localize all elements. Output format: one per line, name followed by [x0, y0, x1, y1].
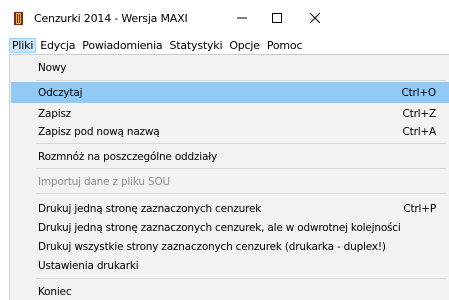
menu-item-label: Nowy [38, 61, 67, 74]
menu-item-nowy[interactable]: Nowy [11, 57, 449, 78]
menu-item-ustawienia-drukarki[interactable]: Ustawienia drukarki [11, 255, 449, 276]
menu-powiadomienia[interactable]: Powiadomienia [79, 38, 165, 53]
menu-bar: Pliki Edycja Powiadomienia Statystyki Op… [0, 36, 344, 55]
menu-separator [36, 168, 446, 169]
menu-item-drukuj-duplex[interactable]: Drukuj wszystkie strony zaznaczonych cen… [11, 236, 449, 257]
menu-item-label: Zapisz [38, 107, 71, 120]
menu-item-odczytaj[interactable]: Odczytaj Ctrl+O [11, 82, 449, 103]
menu-item-rozmnoz[interactable]: Rozmnóż na poszczególne oddziały [11, 146, 449, 167]
menu-separator [36, 143, 446, 144]
menu-item-shortcut: Ctrl+O [401, 86, 436, 99]
menu-edycja[interactable]: Edycja [37, 38, 78, 53]
menu-item-koniec[interactable]: Koniec [11, 281, 449, 300]
menu-item-shortcut: Ctrl+P [403, 202, 436, 215]
menu-item-label: Drukuj jedną stronę zaznaczonych cenzure… [38, 221, 401, 234]
menu-statystyki[interactable]: Statystyki [166, 38, 225, 53]
menu-item-label: Zapisz pod nową nazwą [38, 125, 160, 138]
close-icon[interactable] [298, 6, 332, 30]
menu-separator [36, 80, 446, 81]
title-bar[interactable]: Cenzurki 2014 - Wersja MAXI [0, 0, 344, 36]
app-book-icon [12, 12, 25, 25]
menu-separator [36, 193, 446, 194]
file-menu-dropdown: Nowy Odczytaj Ctrl+O Zapisz Ctrl+Z Zapis… [9, 54, 449, 300]
menu-item-label: Importuj dane z pliku SOU [38, 175, 171, 188]
menu-opcje[interactable]: Opcje [226, 38, 263, 53]
menu-item-importuj-sou: Importuj dane z pliku SOU [11, 171, 449, 192]
menu-item-drukuj-odwrotnie[interactable]: Drukuj jedną stronę zaznaczonych cenzure… [11, 217, 449, 238]
menu-pliki[interactable]: Pliki [9, 38, 37, 53]
maximize-icon[interactable] [260, 6, 294, 30]
menu-item-zapisz-pod-nowa-nazwa[interactable]: Zapisz pod nową nazwą Ctrl+A [11, 121, 449, 142]
menu-pomoc[interactable]: Pomoc [264, 38, 305, 53]
menu-item-shortcut: Ctrl+A [402, 125, 437, 138]
window-title: Cenzurki 2014 - Wersja MAXI [34, 12, 188, 25]
menu-item-label: Drukuj jedną stronę zaznaczonych cenzure… [38, 202, 262, 215]
minimize-icon[interactable] [225, 6, 259, 30]
menu-item-shortcut: Ctrl+Z [402, 107, 437, 120]
menu-item-label: Ustawienia drukarki [38, 259, 139, 272]
menu-item-label: Rozmnóż na poszczególne oddziały [38, 150, 218, 163]
menu-item-label: Odczytaj [38, 86, 83, 99]
menu-item-label: Koniec [38, 285, 72, 298]
menu-separator [36, 278, 446, 279]
menu-item-drukuj-strone[interactable]: Drukuj jedną stronę zaznaczonych cenzure… [11, 198, 449, 219]
menu-item-label: Drukuj wszystkie strony zaznaczonych cen… [38, 240, 386, 253]
